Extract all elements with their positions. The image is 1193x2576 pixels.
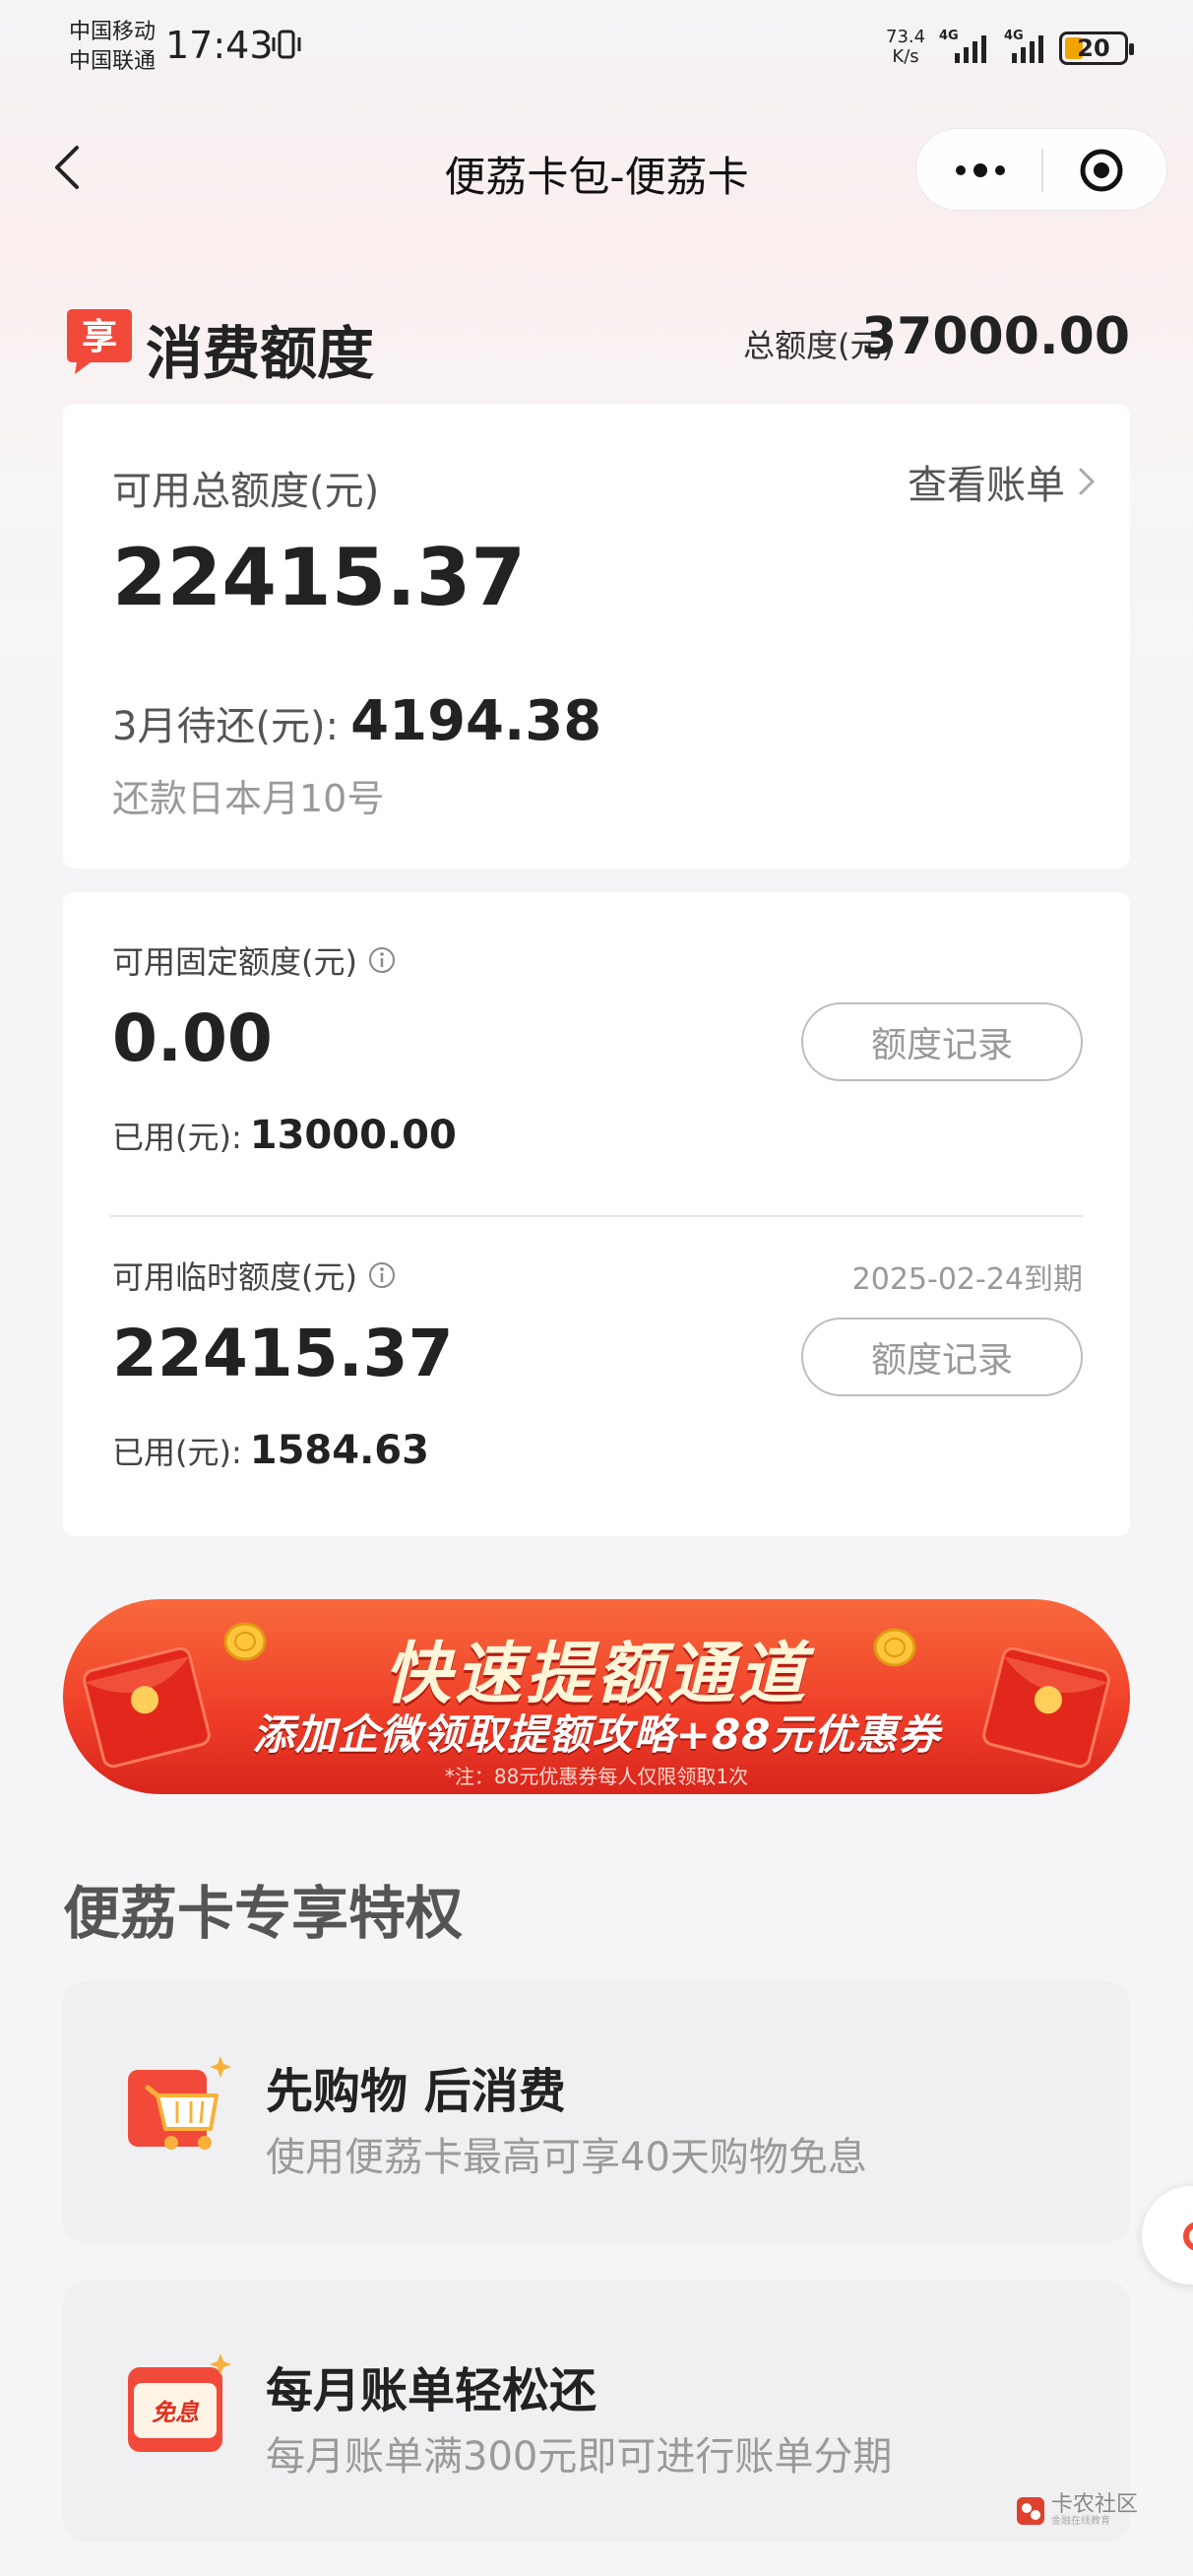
- banner-note: *注：88元优惠券每人仅限领取1次: [444, 1765, 749, 1788]
- svg-text:免息: 免息: [152, 2399, 200, 2426]
- shopping-cart-icon: [128, 2056, 231, 2150]
- total-quota-value: 37000.00: [860, 307, 1130, 366]
- carrier-2: 中国联通: [69, 49, 157, 74]
- quota-increase-banner[interactable]: 快速提额通道 添加企微领取提额攻略+88元优惠券 *注：88元优惠券每人仅限领取…: [63, 1599, 1130, 1794]
- fixed-used-label: 已用(元):: [112, 1119, 242, 1156]
- watermark-text: 卡农社区: [1051, 2492, 1139, 2517]
- mini-program-capsule: [915, 128, 1167, 211]
- svg-text:享: 享: [82, 317, 117, 357]
- quota-detail-card: 可用固定额度(元) 0.00 额度记录 已用(元): 13000.00 可用临时…: [63, 892, 1130, 1536]
- vibrate-icon: [272, 30, 301, 59]
- floating-service-button[interactable]: [1142, 2186, 1193, 2285]
- capsule-divider: [1041, 149, 1043, 192]
- temp-used-amount: 1584.63: [249, 1428, 429, 1473]
- privilege-card-buy-now[interactable]: 先购物 后消费 使用便荔卡最高可享40天购物免息: [63, 1981, 1130, 2243]
- view-bill-link[interactable]: 查看账单: [908, 453, 1100, 510]
- fixed-quota-record-button[interactable]: 额度记录: [801, 1002, 1083, 1081]
- interest-free-icon: 免息: [128, 2353, 231, 2452]
- available-quota-card: 可用总额度(元) 查看账单 22415.37 3月待还(元): 4194.38 …: [63, 404, 1130, 869]
- temp-quota-label: 可用临时额度(元): [112, 1258, 357, 1296]
- fixed-used-row: 已用(元): 13000.00: [112, 1113, 457, 1158]
- more-icon[interactable]: [946, 151, 1015, 190]
- available-total-label: 可用总额度(元): [112, 469, 380, 514]
- due-amount-row: 3月待还(元): 4194.38: [112, 689, 601, 753]
- temp-quota-label-row: 可用临时额度(元): [112, 1253, 397, 1298]
- svg-text:4G: 4G: [939, 29, 959, 43]
- quota-header: 享 消费额度 总额度(元) 37000.00: [63, 301, 1130, 387]
- chevron-right-icon: [1079, 468, 1095, 495]
- signal-icon-1: 4G: [937, 28, 998, 71]
- privilege-desc: 使用便荔卡最高可享40天购物免息: [266, 2135, 867, 2180]
- privilege-title: 先购物 后消费: [266, 2064, 566, 2119]
- temp-quota-record-button[interactable]: 额度记录: [801, 1318, 1083, 1396]
- fixed-quota-amount: 0.00: [112, 1000, 273, 1076]
- network-speed-unit: K/s: [892, 46, 919, 67]
- carrier-names: 中国移动 中国联通: [69, 18, 156, 77]
- due-label: 3月待还(元):: [112, 704, 340, 749]
- banner-subtitle: 添加企微领取提额攻略+88元优惠券: [252, 1710, 941, 1759]
- quota-title: 消费额度: [146, 320, 375, 387]
- fixed-quota-label: 可用固定额度(元): [112, 943, 357, 981]
- battery-icon: 20: [1059, 32, 1134, 65]
- close-target-icon[interactable]: [1078, 147, 1125, 194]
- battery-level: 20: [1077, 34, 1110, 62]
- repay-day-text: 还款日本月10号: [112, 777, 385, 820]
- view-bill-label: 查看账单: [908, 463, 1065, 508]
- watermark: 卡农社区 金融在线教育: [1014, 2491, 1181, 2531]
- kanong-logo-icon: [1017, 2497, 1044, 2525]
- temp-quota-expire-date: 2025-02-24到期: [851, 1262, 1083, 1297]
- svg-text:4G: 4G: [1004, 29, 1024, 43]
- available-total-amount: 22415.37: [112, 532, 527, 623]
- network-speed: 73.4 K/s: [886, 28, 925, 67]
- temp-used-label: 已用(元):: [112, 1434, 242, 1471]
- fixed-used-amount: 13000.00: [249, 1113, 457, 1158]
- clock: 17:43: [165, 24, 274, 67]
- network-speed-value: 73.4: [886, 27, 926, 47]
- signal-icon-2: 4G: [1004, 28, 1055, 71]
- fixed-quota-label-row: 可用固定额度(元): [112, 937, 397, 983]
- info-icon[interactable]: [367, 945, 397, 975]
- temp-quota-section: 可用临时额度(元) 2025-02-24到期 22415.37 额度记录 已用(…: [63, 1207, 1130, 1522]
- privilege-title: 每月账单轻松还: [266, 2363, 597, 2418]
- status-bar: 中国移动 中国联通 17:43 73.4 K/s 4G 4G 20: [0, 0, 1193, 89]
- info-icon[interactable]: [367, 1260, 397, 1290]
- temp-used-row: 已用(元): 1584.63: [112, 1428, 429, 1473]
- xiang-badge-icon: 享: [67, 309, 132, 374]
- nav-bar: 便荔卡包-便荔卡: [0, 108, 1193, 230]
- fixed-quota-section: 可用固定额度(元) 0.00 额度记录 已用(元): 13000.00: [63, 892, 1130, 1207]
- carrier-1: 中国移动: [69, 20, 157, 44]
- privilege-card-installment[interactable]: 免息 每月账单轻松还 每月账单满300元即可进行账单分期: [63, 2281, 1130, 2543]
- watermark-sub: 金融在线教育: [1051, 2516, 1110, 2527]
- privileges-title: 便荔卡专享特权: [63, 1880, 464, 1947]
- service-ring-icon: [1183, 2222, 1193, 2251]
- privilege-desc: 每月账单满300元即可进行账单分期: [266, 2434, 893, 2479]
- due-amount: 4194.38: [350, 689, 602, 753]
- temp-quota-amount: 22415.37: [112, 1316, 454, 1391]
